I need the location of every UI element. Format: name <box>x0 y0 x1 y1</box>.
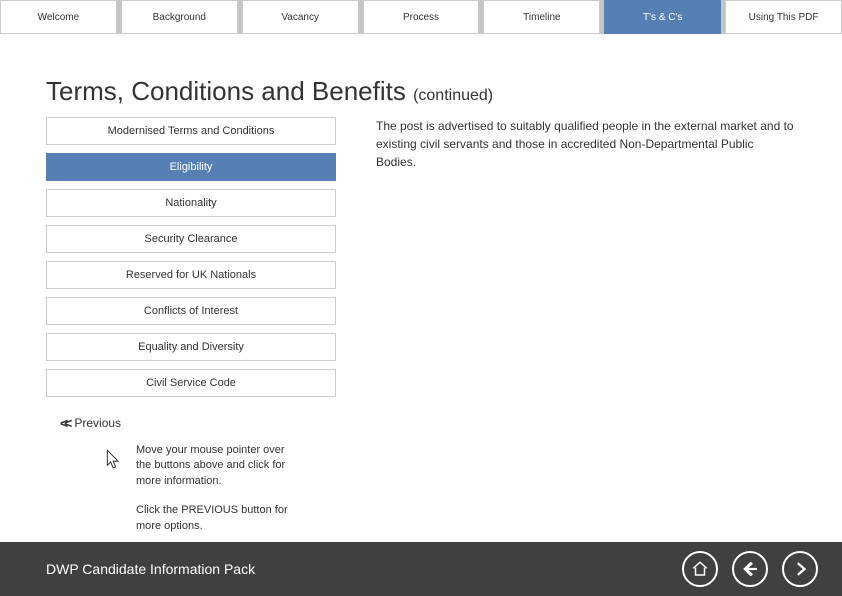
previous-label: Previous <box>74 416 121 430</box>
help-text-1: Move your mouse pointer over the buttons… <box>136 443 296 489</box>
tab-welcome[interactable]: Welcome <box>0 0 117 34</box>
sidebar-item-reserved-uk[interactable]: Reserved for UK Nationals <box>46 261 336 289</box>
sidebar-item-modernised-terms[interactable]: Modernised Terms and Conditions <box>46 117 336 145</box>
tab-terms-conditions[interactable]: T's & C's <box>604 0 721 34</box>
home-button[interactable] <box>682 551 718 587</box>
sidebar-item-eligibility[interactable]: Eligibility <box>46 153 336 181</box>
home-icon <box>691 560 709 578</box>
content-area: Terms, Conditions and Benefits (continue… <box>0 34 842 534</box>
body-text: The post is advertised to suitably quali… <box>376 117 796 397</box>
page-title-main: Terms, Conditions and Benefits <box>46 76 413 106</box>
tab-background[interactable]: Background <box>121 0 238 34</box>
sidebar: Modernised Terms and Conditions Eligibil… <box>46 117 336 397</box>
arrow-right-icon <box>791 560 809 578</box>
main-row: Modernised Terms and Conditions Eligibil… <box>46 117 796 397</box>
help-row: Move your mouse pointer over the buttons… <box>104 443 796 489</box>
tab-timeline[interactable]: Timeline <box>483 0 600 34</box>
chevron-left-icon: << <box>60 415 68 431</box>
sidebar-item-nationality[interactable]: Nationality <box>46 189 336 217</box>
page-title-continued: (continued) <box>413 87 493 104</box>
page-title: Terms, Conditions and Benefits (continue… <box>46 76 796 107</box>
top-nav: Welcome Background Vacancy Process Timel… <box>0 0 842 34</box>
mouse-icon <box>104 447 124 474</box>
help-text-2: Click the PREVIOUS button for more optio… <box>136 503 296 534</box>
sidebar-item-security-clearance[interactable]: Security Clearance <box>46 225 336 253</box>
sidebar-item-equality-diversity[interactable]: Equality and Diversity <box>46 333 336 361</box>
prev-page-button[interactable] <box>732 551 768 587</box>
footer-icons <box>682 551 818 587</box>
tab-vacancy[interactable]: Vacancy <box>242 0 359 34</box>
next-page-button[interactable] <box>782 551 818 587</box>
sidebar-item-conflicts[interactable]: Conflicts of Interest <box>46 297 336 325</box>
sidebar-item-civil-service-code[interactable]: Civil Service Code <box>46 369 336 397</box>
arrow-left-icon <box>741 560 759 578</box>
tab-process[interactable]: Process <box>363 0 480 34</box>
footer: DWP Candidate Information Pack <box>0 542 842 596</box>
footer-title: DWP Candidate Information Pack <box>46 561 255 577</box>
previous-button[interactable]: << Previous <box>60 415 796 431</box>
tab-using-pdf[interactable]: Using This PDF <box>725 0 842 34</box>
